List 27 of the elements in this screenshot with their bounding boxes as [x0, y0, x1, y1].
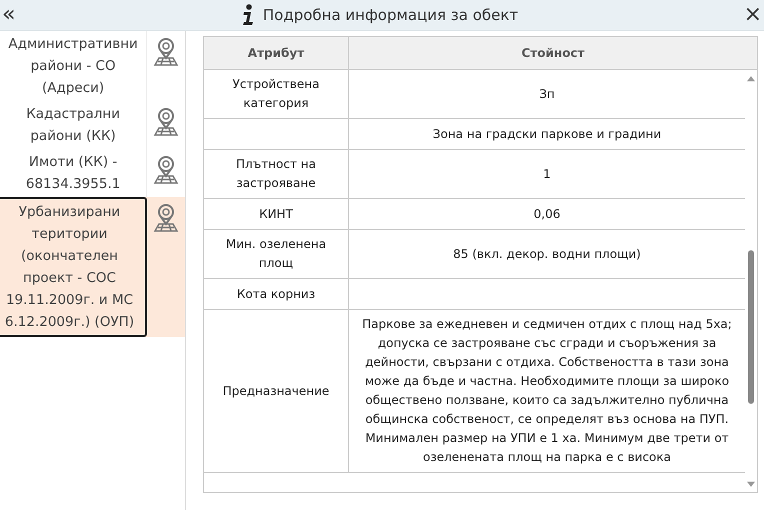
layer-label: Кадастрални райони (КК) — [25, 105, 122, 146]
info-icon — [240, 4, 255, 26]
map-pin-icon[interactable] — [153, 37, 180, 67]
attribute-cell: Предназначение — [204, 310, 349, 472]
close-button[interactable]: × — [742, 4, 764, 26]
attribute-cell: КИНТ — [204, 199, 349, 229]
layer-label: Имоти (КК) - 68134.3955.1 — [24, 153, 122, 194]
value-cell-text: Паркове за ежедневен и седмичен отдих с площ над 5ха; допуска се застрояване със сгради и съоръжения за дейности, свързани с отдиха. Собствеността в тази зона може да бъде и частна. Необходимите площи за широко обществено ползване, които са задължително публична общинска собственост, се определят въз основа на ПУП. Минимален размер на УПИ е 1 ха. Минимум две трети от озеленената площ на парка е с висока — [361, 316, 733, 466]
panel-title: Подробна информация за обект — [262, 6, 518, 24]
attribute-cell: Кота корниз — [204, 279, 349, 309]
layer-label: Административни райони - СО (Адреси) — [7, 35, 139, 98]
value-cell-text: Зона на градски паркове и градини — [432, 126, 662, 142]
value-cell-text: 85 (вкл. декор. водни площи) — [452, 246, 642, 262]
layer-label: Урбанизирани територии (окончателен проект - СОС 19.11.2009г. и МС 6.12.2009г.) (ОУП) — [0, 197, 147, 337]
map-pin-icon[interactable] — [153, 203, 179, 233]
map-pin-icon[interactable] — [153, 107, 180, 137]
map-pin-icon[interactable] — [153, 155, 180, 185]
layer-item[interactable]: Урбанизирани територии (окончателен проект - СОС 19.11.2009г. и МС 6.12.2009г.) (ОУП) — [0, 197, 185, 337]
attribute-cell: Устройствена категория — [204, 70, 349, 118]
column-header[interactable]: Стойност — [349, 37, 757, 69]
value-cell-text: 1 — [542, 166, 552, 182]
value-cell-text: 0,06 — [532, 206, 562, 222]
value-cell-text: Зп — [538, 86, 556, 102]
column-header[interactable]: Атрибут — [204, 37, 349, 69]
attribute-cell: Плътност на застрояване — [204, 150, 349, 198]
collapse-button[interactable]: « — [0, 4, 18, 26]
attribute-cell: Мин. озеленена площ — [204, 230, 349, 278]
